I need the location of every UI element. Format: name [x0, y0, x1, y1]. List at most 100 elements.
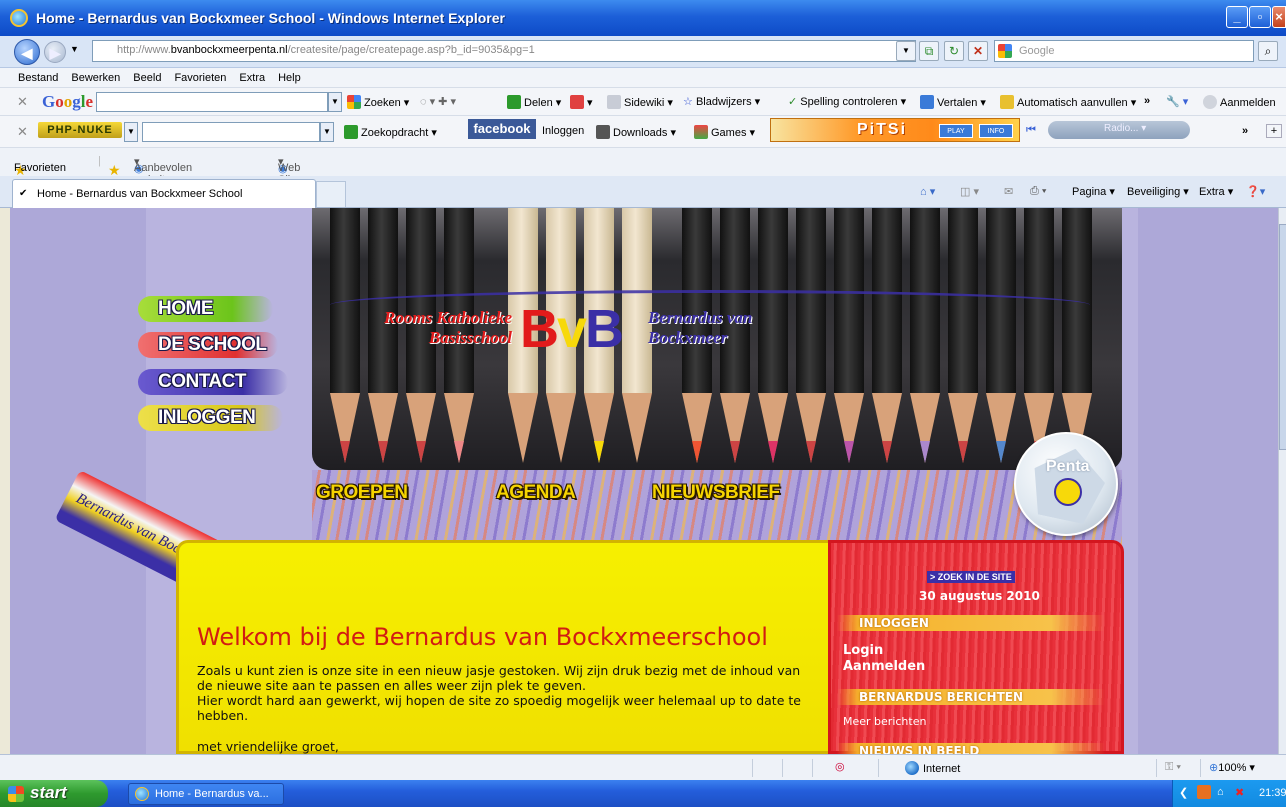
vertical-scrollbar[interactable] [1278, 208, 1286, 754]
close-button[interactable]: × [1272, 6, 1286, 28]
extra-label: Extra [1199, 186, 1225, 198]
radio-prev-icon[interactable]: ⏮ [1026, 124, 1036, 137]
clock: 21:39 [1259, 787, 1286, 799]
menu-bewerken[interactable]: Bewerken [71, 68, 120, 88]
tray-app-icon[interactable] [1197, 785, 1211, 799]
more-chevron-icon[interactable]: » [1144, 95, 1150, 107]
close-toolbar-icon[interactable]: ✕ [17, 94, 28, 110]
refresh-icon[interactable]: ↻ [944, 41, 964, 61]
zone-indicator[interactable]: Internet [878, 759, 1138, 777]
taskbar-ie-window[interactable]: Home - Bernardus va... [128, 783, 284, 805]
logo-left-line2: Basisschool [428, 328, 512, 347]
pitsi-logo: PiTSi [857, 121, 908, 138]
scrollbar-thumb[interactable] [1279, 224, 1286, 450]
tray-arrow-icon[interactable]: ❮ [1179, 786, 1188, 799]
aanvullen-button[interactable]: Automatisch aanvullen ▾ [1000, 95, 1136, 109]
search-go-icon[interactable]: ⌕ [1258, 41, 1278, 61]
delen-button[interactable]: Delen ▾ [507, 95, 561, 109]
zoekopdracht-button[interactable]: Zoekopdracht ▾ [344, 125, 437, 139]
pagina-label: Pagina [1072, 186, 1107, 198]
help-icon[interactable]: ❓▾ [1246, 185, 1265, 198]
search-input[interactable]: Google [994, 40, 1254, 62]
zoeken-button[interactable]: Zoeken ▾ [347, 95, 409, 109]
translate-page-button[interactable]: ▾ [570, 95, 593, 109]
stop-icon[interactable]: ✕ [968, 41, 988, 61]
signin-icon [1203, 95, 1217, 109]
zoom-control[interactable]: ⊕100% ▾ [1200, 759, 1286, 777]
menu-beeld[interactable]: Beeld [133, 68, 161, 88]
register-link[interactable]: Aanmelden [843, 659, 925, 674]
history-dropdown-icon[interactable]: ▼ [70, 44, 79, 54]
security-icon[interactable]: ⚿ ▾ [1156, 759, 1200, 777]
menu-bestand[interactable]: Bestand [18, 68, 58, 88]
menu-help[interactable]: Help [278, 68, 301, 88]
info-button[interactable]: INFO [979, 124, 1013, 138]
menu-extra[interactable]: Extra [239, 68, 265, 88]
compatibility-icon[interactable]: ⧉ [919, 41, 939, 61]
start-button[interactable]: start [0, 780, 108, 807]
print-icon[interactable]: ⎙ ▾ [1030, 185, 1046, 198]
inloggen-button[interactable]: Inloggen [542, 125, 584, 137]
downloads-button[interactable]: Downloads ▾ [596, 125, 676, 139]
recommended-sites-link[interactable]: ◉ Aanbevolen websites ▾ [134, 155, 192, 186]
home-icon[interactable]: ⌂ ▾ [920, 185, 935, 198]
sidewiki-button[interactable]: Sidewiki ▾ [607, 95, 673, 109]
protected-mode-icon[interactable]: ◎ [835, 760, 845, 773]
login-link[interactable]: Login [843, 643, 883, 658]
games-button[interactable]: Games ▾ [694, 125, 755, 139]
subnav-agenda[interactable]: AGENDA [496, 482, 576, 504]
back-button[interactable]: ◀ [14, 39, 40, 65]
menu-favorieten[interactable]: Favorieten [174, 68, 226, 88]
minimize-button[interactable]: _ [1226, 6, 1248, 28]
maximize-button[interactable]: ▫ [1249, 6, 1271, 28]
extra-menu[interactable]: Extra ▾ [1199, 185, 1233, 198]
radio-player[interactable]: Radio... ▾ [1048, 121, 1190, 139]
subnav-groepen[interactable]: GROEPEN [316, 482, 408, 504]
security-alert-icon[interactable]: ✖ [1235, 786, 1244, 799]
feeds-icon[interactable]: ◫ ▾ [960, 185, 979, 198]
php-dropdown-icon[interactable]: ▼ [124, 122, 138, 142]
pagina-menu[interactable]: Pagina ▾ [1072, 185, 1115, 198]
settings-wrench-icon[interactable]: 🔧 ▾ [1166, 95, 1188, 108]
web-slice-link[interactable]: ◉ Web Slice-galerie ▾ [278, 155, 311, 198]
bladwijzers-label: Bladwijzers [695, 96, 752, 108]
nav-inloggen[interactable]: INLOGGEN [138, 405, 283, 431]
close-php-toolbar-icon[interactable]: ✕ [17, 124, 28, 140]
php-search-dropdown-icon[interactable]: ▼ [320, 122, 334, 142]
aanmelden-button[interactable]: Aanmelden [1203, 95, 1276, 109]
nav-de-school[interactable]: DE SCHOOL [138, 332, 278, 358]
beveiliging-menu[interactable]: Beveiliging ▾ [1127, 185, 1189, 198]
new-tab-button[interactable] [316, 181, 346, 207]
more-chevron-icon[interactable]: » [1242, 125, 1248, 137]
address-dropdown-icon[interactable]: ▼ [896, 41, 916, 61]
vertalen-button[interactable]: Vertalen ▾ [920, 95, 986, 109]
penta-school-logo[interactable]: Penta [1014, 432, 1118, 536]
facebook-logo[interactable]: facebook [468, 119, 536, 139]
nav-home[interactable]: HOME [138, 296, 273, 322]
more-news-link[interactable]: Meer berichten [843, 715, 926, 728]
tab-active[interactable]: ✔ Home - Bernardus van Bockxmeer School [12, 179, 316, 208]
address-input[interactable]: http://www.bvanbockxmeerpenta.nl/creates… [92, 40, 916, 62]
logo-right-line1: Bernardus van [648, 308, 753, 327]
ie-taskbar-icon [135, 787, 149, 801]
logo-right-line2: Bockxmeer [648, 328, 728, 347]
berichten-heading: BERNARDUS BERICHTEN [837, 689, 1105, 705]
radio-label: Radio... [1104, 123, 1139, 134]
php-search-input[interactable] [142, 122, 320, 142]
nav-contact[interactable]: CONTACT [138, 369, 288, 395]
spellcheck-icon: ✓ [788, 96, 798, 108]
add-toolbar-icon[interactable]: + [1266, 124, 1282, 138]
toolbar-icons[interactable]: ◌ ▾ ✚ ▾ [420, 95, 456, 108]
google-search-dropdown-icon[interactable]: ▼ [328, 92, 342, 112]
subnav-nieuwsbrief[interactable]: NIEUWSBRIEF [652, 482, 780, 504]
spelling-button[interactable]: ✓ Spelling controleren ▾ [788, 95, 906, 108]
network-icon[interactable]: ⌂ [1217, 786, 1224, 798]
search-site-link[interactable]: > ZOEK IN DE SITE [927, 571, 1015, 583]
google-search-input[interactable] [96, 92, 328, 112]
play-button[interactable]: PLAY [939, 124, 973, 138]
forward-button[interactable]: ▶ [44, 41, 66, 63]
mail-icon[interactable]: ✉ [1004, 185, 1013, 198]
beveiliging-label: Beveiliging [1127, 186, 1181, 198]
bladwijzers-button[interactable]: ☆ Bladwijzers ▾ [683, 95, 760, 108]
pitsi-banner[interactable]: PiTSi PLAY INFO [770, 118, 1020, 142]
